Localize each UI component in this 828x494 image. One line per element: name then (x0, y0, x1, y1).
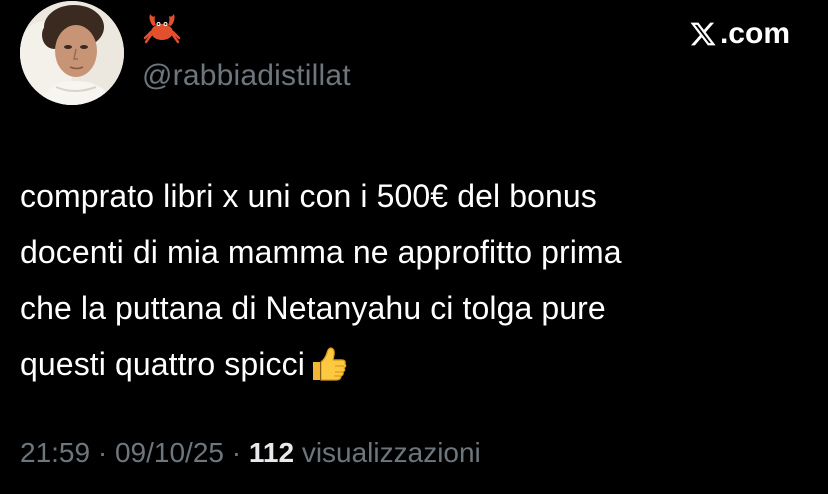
avatar-photo (20, 1, 124, 105)
brand-domain-text: .com (719, 17, 790, 50)
tweet-line: comprato libri x uni con i 500€ del bonu… (20, 178, 597, 214)
avatar[interactable] (20, 1, 124, 105)
tweet-line: questi quattro spicci (20, 346, 305, 382)
user-handle[interactable]: @rabbiadistillat (142, 58, 351, 94)
tweet-time[interactable]: 21:59 (20, 437, 90, 468)
views-label: visualizzazioni (301, 437, 481, 468)
meta-separator: · (97, 437, 108, 468)
meta-separator: · (231, 437, 242, 468)
tweet-date[interactable]: 09/10/25 (115, 437, 224, 468)
x-com-brand: .com (688, 14, 790, 54)
tweet-line: docenti di mia mamma ne approfitto prima (20, 234, 622, 270)
views-count: 112 (248, 437, 295, 468)
thumbs-up-emoji-icon (309, 344, 349, 400)
x-logo-icon (688, 20, 718, 48)
crab-emoji-icon (142, 10, 182, 50)
tweet-line: che la puttana di Netanyahu ci tolga pur… (20, 290, 606, 326)
display-name[interactable] (142, 10, 182, 50)
tweet-metadata: 21:59 · 09/10/25 · 112 visualizzazioni (20, 433, 481, 473)
tweet-text: comprato libri x uni con i 500€ del bonu… (20, 168, 810, 400)
